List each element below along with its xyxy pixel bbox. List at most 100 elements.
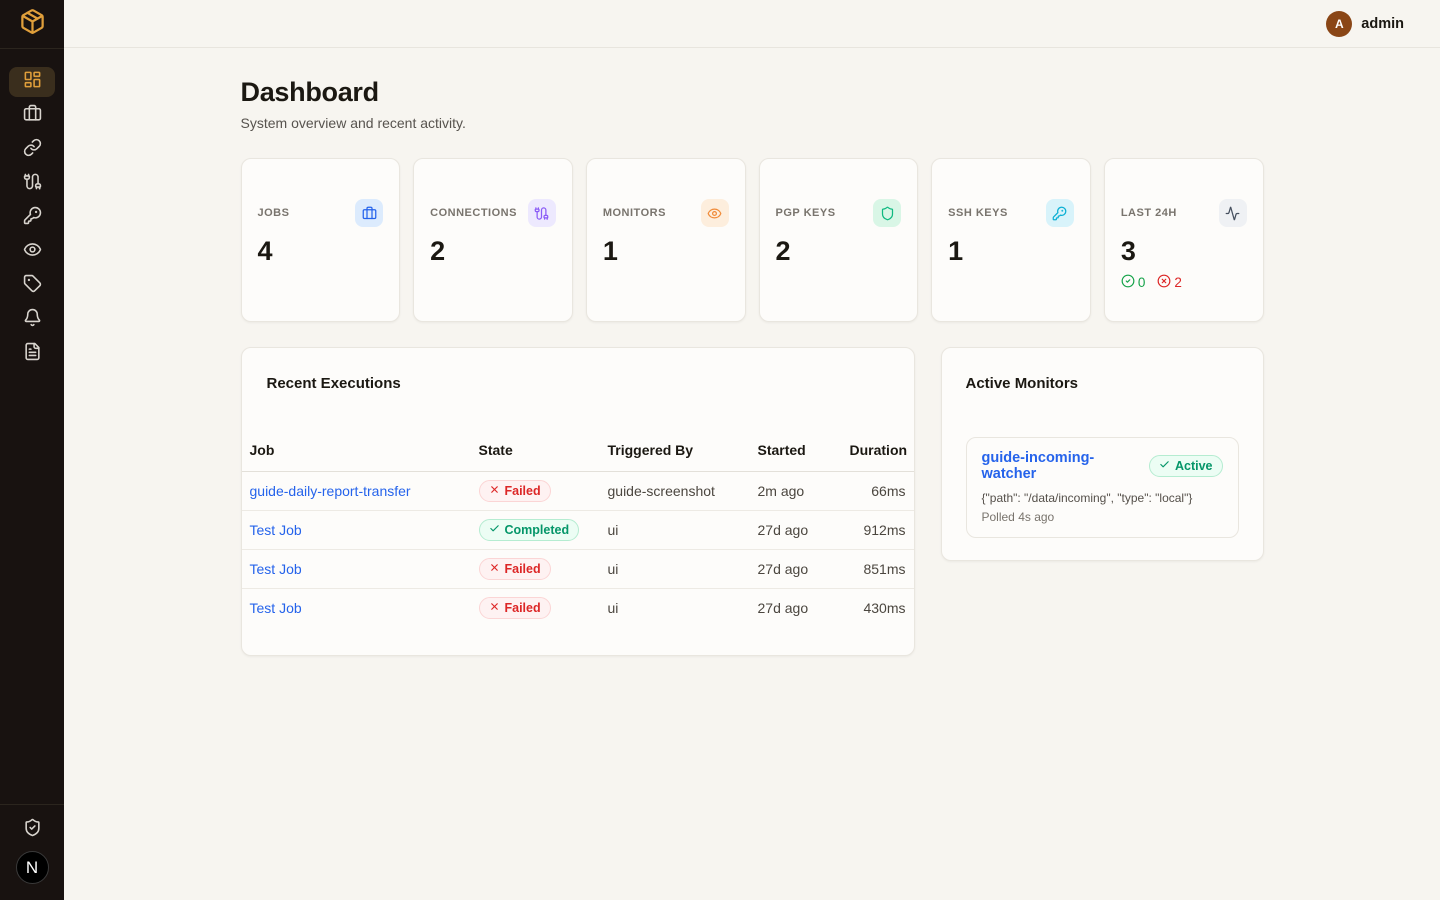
job-link[interactable]: Test Job bbox=[250, 561, 302, 577]
cell-started: 27d ago bbox=[750, 550, 842, 589]
stat-card-monitors: MONITORS 1 bbox=[586, 158, 746, 322]
sidebar-item-keys[interactable] bbox=[9, 203, 55, 233]
main-content: Dashboard System overview and recent act… bbox=[64, 48, 1440, 900]
monitor-config: {"path": "/data/incoming", "type": "loca… bbox=[982, 491, 1223, 505]
key-icon bbox=[1046, 199, 1074, 227]
stat-card-pgp-keys: PGP KEYS 2 bbox=[759, 158, 919, 322]
sidebar-item-connections[interactable] bbox=[9, 135, 55, 165]
key-icon bbox=[23, 206, 42, 230]
page-title: Dashboard bbox=[241, 77, 1264, 108]
stat-card-connections: CONNECTIONS 2 bbox=[413, 158, 573, 322]
state-badge-failed: Failed bbox=[479, 558, 551, 580]
sidebar-item-dashboard[interactable] bbox=[9, 67, 55, 97]
recent-executions-panel: Recent Executions Job State Triggered By… bbox=[241, 347, 915, 656]
monitor-status-badge: Active bbox=[1149, 455, 1223, 477]
executions-table: Job State Triggered By Started Duration … bbox=[242, 442, 914, 628]
stat-label: PGP KEYS bbox=[776, 207, 836, 219]
cable-icon bbox=[528, 199, 556, 227]
sidebar-nav bbox=[0, 49, 64, 369]
panel-title: Recent Executions bbox=[267, 375, 914, 392]
check-icon bbox=[1159, 459, 1170, 473]
table-row: Test Job Failed ui 27d ago 851ms bbox=[242, 550, 914, 589]
app-root: N A admin Dashboard System overview and … bbox=[0, 0, 1440, 900]
column-header-started: Started bbox=[750, 442, 842, 472]
cell-duration: 430ms bbox=[842, 589, 914, 628]
column-header-triggered-by: Triggered By bbox=[600, 442, 750, 472]
failed-count: 2 bbox=[1157, 274, 1182, 291]
stat-value: 3 bbox=[1121, 236, 1247, 267]
stats-grid: JOBS 4 CONNECTIONS bbox=[241, 158, 1264, 322]
cable-icon bbox=[23, 172, 42, 196]
bell-icon bbox=[23, 308, 42, 332]
cell-triggered-by: ui bbox=[600, 589, 750, 628]
circle-x-icon bbox=[1157, 274, 1171, 291]
sidebar-item-security[interactable] bbox=[9, 815, 55, 845]
cell-started: 27d ago bbox=[750, 589, 842, 628]
stat-card-jobs: JOBS 4 bbox=[241, 158, 401, 322]
active-monitors-panel: Active Monitors guide-incoming-watcher A… bbox=[941, 347, 1264, 561]
state-badge-failed: Failed bbox=[479, 480, 551, 502]
table-row: Test Job Completed ui 27d ago 912ms bbox=[242, 511, 914, 550]
cell-triggered-by: ui bbox=[600, 511, 750, 550]
job-link[interactable]: guide-daily-report-transfer bbox=[250, 483, 411, 499]
user-name: admin bbox=[1361, 16, 1404, 32]
main-column: A admin Dashboard System overview and re… bbox=[64, 0, 1440, 900]
briefcase-icon bbox=[23, 104, 42, 128]
avatar: A bbox=[1326, 11, 1352, 37]
column-header-job: Job bbox=[242, 442, 471, 472]
monitor-card: guide-incoming-watcher Active {"path": "… bbox=[966, 437, 1239, 538]
cell-triggered-by: ui bbox=[600, 550, 750, 589]
stat-label: LAST 24H bbox=[1121, 207, 1177, 219]
stat-value: 2 bbox=[776, 236, 902, 267]
x-icon bbox=[489, 562, 500, 576]
table-row: guide-daily-report-transfer Failed guide… bbox=[242, 472, 914, 511]
file-text-icon bbox=[23, 342, 42, 366]
stat-label: MONITORS bbox=[603, 207, 666, 219]
stat-label: JOBS bbox=[258, 207, 290, 219]
package-icon bbox=[19, 8, 46, 40]
stat-label: SSH KEYS bbox=[948, 207, 1008, 219]
job-link[interactable]: Test Job bbox=[250, 600, 302, 616]
column-header-duration: Duration bbox=[842, 442, 914, 472]
top-header: A admin bbox=[64, 0, 1440, 48]
link-icon bbox=[23, 138, 42, 162]
stat-card-last-24h: LAST 24H 3 0 bbox=[1104, 158, 1264, 322]
monitor-link[interactable]: guide-incoming-watcher bbox=[982, 450, 1149, 482]
cell-duration: 66ms bbox=[842, 472, 914, 511]
column-header-state: State bbox=[471, 442, 600, 472]
check-icon bbox=[489, 523, 500, 537]
nextjs-dev-indicator[interactable]: N bbox=[16, 851, 49, 884]
sidebar-item-notifications[interactable] bbox=[9, 305, 55, 335]
cell-started: 2m ago bbox=[750, 472, 842, 511]
x-icon bbox=[489, 484, 500, 498]
eye-icon bbox=[23, 240, 42, 264]
cell-triggered-by: guide-screenshot bbox=[600, 472, 750, 511]
sidebar-item-cable[interactable] bbox=[9, 169, 55, 199]
monitor-polled: Polled 4s ago bbox=[982, 510, 1223, 524]
success-count: 0 bbox=[1121, 274, 1146, 291]
app-logo[interactable] bbox=[0, 0, 64, 49]
user-menu[interactable]: A admin bbox=[1326, 11, 1404, 37]
sidebar-item-logs[interactable] bbox=[9, 339, 55, 369]
sidebar: N bbox=[0, 0, 64, 900]
table-row: Test Job Failed ui 27d ago 430ms bbox=[242, 589, 914, 628]
stat-value: 4 bbox=[258, 236, 384, 267]
stat-card-ssh-keys: SSH KEYS 1 bbox=[931, 158, 1091, 322]
layout-dashboard-icon bbox=[23, 70, 42, 94]
eye-icon bbox=[701, 199, 729, 227]
cell-started: 27d ago bbox=[750, 511, 842, 550]
sidebar-item-jobs[interactable] bbox=[9, 101, 55, 131]
last-24h-breakdown: 0 2 bbox=[1121, 274, 1247, 291]
cell-duration: 912ms bbox=[842, 511, 914, 550]
page-subtitle: System overview and recent activity. bbox=[241, 115, 1264, 131]
shield-check-icon bbox=[23, 818, 42, 842]
panel-title: Active Monitors bbox=[966, 375, 1239, 392]
tag-icon bbox=[23, 274, 42, 298]
job-link[interactable]: Test Job bbox=[250, 522, 302, 538]
sidebar-item-tags[interactable] bbox=[9, 271, 55, 301]
sidebar-item-monitors[interactable] bbox=[9, 237, 55, 267]
stat-value: 1 bbox=[948, 236, 1074, 267]
state-badge-completed: Completed bbox=[479, 519, 580, 541]
stat-label: CONNECTIONS bbox=[430, 207, 517, 219]
briefcase-icon bbox=[355, 199, 383, 227]
